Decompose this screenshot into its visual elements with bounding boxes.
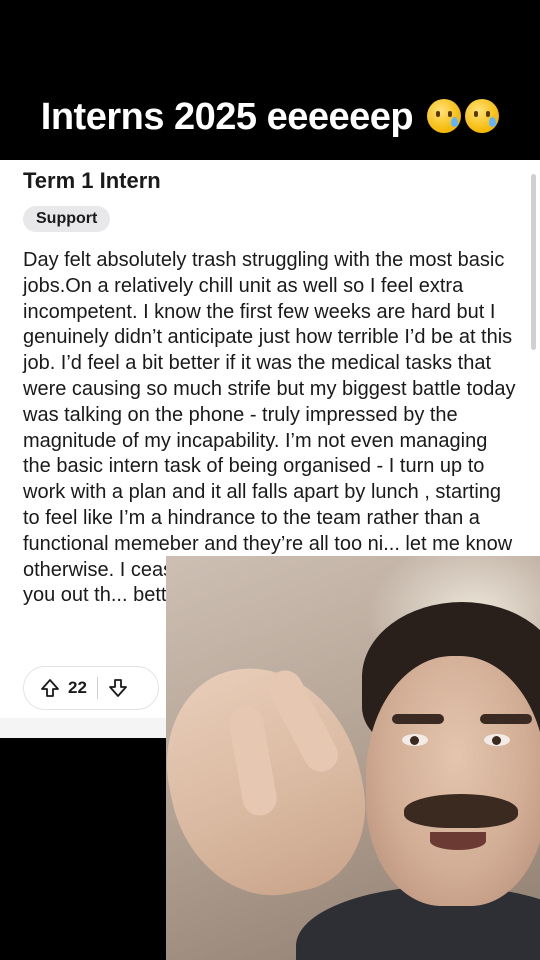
vote-count: 22 — [68, 678, 87, 697]
downvote-icon[interactable] — [108, 678, 128, 698]
flair-badge[interactable]: Support — [23, 206, 111, 232]
upvote-icon[interactable] — [40, 678, 60, 698]
post-title[interactable]: Term 1 Intern — [23, 168, 161, 194]
video-caption: Interns 2025 eeeeeep — [0, 96, 540, 139]
person-mouth — [430, 832, 486, 850]
post-body: Day felt absolutely trash struggling wit… — [23, 248, 518, 609]
vote-divider — [96, 677, 98, 699]
webcam-overlay — [166, 556, 540, 960]
left-eye — [402, 734, 428, 746]
person-moustache — [404, 794, 518, 828]
vote-control: 22 — [23, 666, 159, 710]
scrollbar[interactable] — [531, 174, 536, 350]
caption-text: Interns 2025 eeeeeep — [40, 96, 414, 138]
left-eyebrow — [392, 714, 444, 724]
right-eyebrow — [480, 714, 532, 724]
crying-face-icon — [427, 99, 462, 133]
post-body-text: Day felt absolutely trash struggling wit… — [23, 249, 516, 607]
person-face — [366, 656, 540, 906]
crying-face-icon — [465, 99, 500, 133]
right-eye — [484, 734, 510, 746]
